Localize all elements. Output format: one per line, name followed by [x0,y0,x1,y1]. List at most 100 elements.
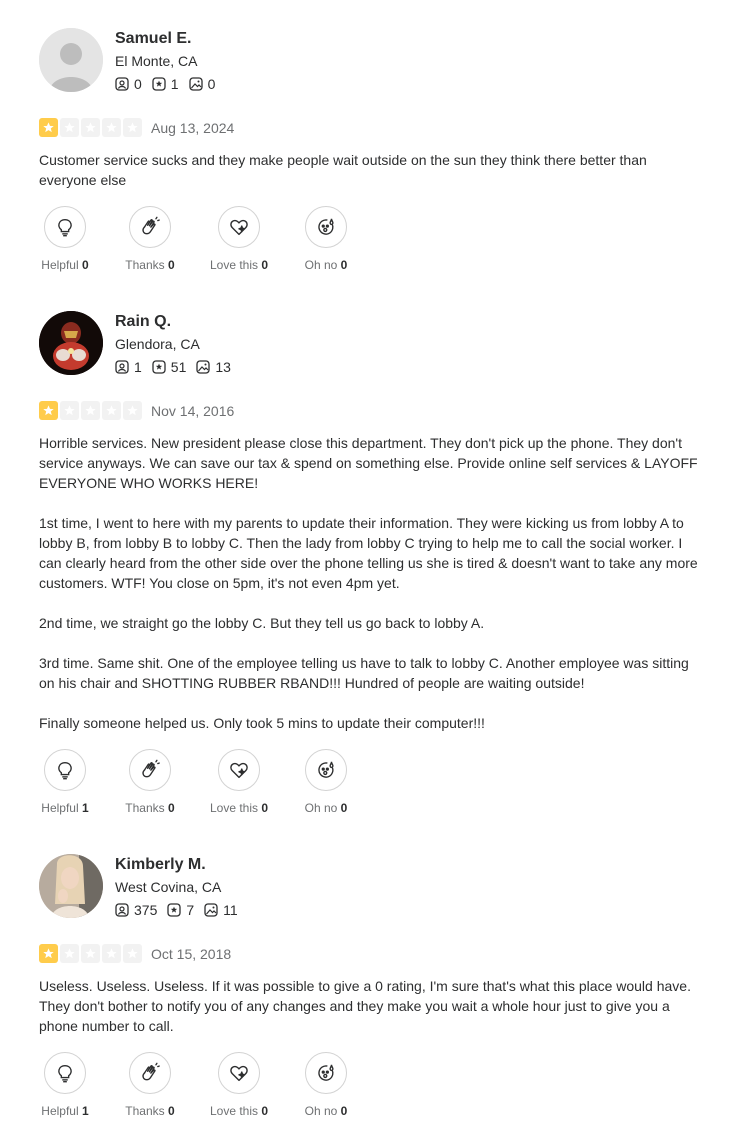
avatar[interactable] [39,311,103,375]
friends-icon [115,360,129,374]
star-icon [60,401,79,420]
oh-no-count: 0 [340,801,348,815]
star-rating: Oct 15, 2018 [39,944,231,963]
review-text: Horrible services. New president please … [39,433,699,733]
photos-count: 11 [223,902,238,918]
thanks-count: 0 [168,1104,175,1118]
helpful-button[interactable]: Helpful 0 [20,206,110,272]
reaction-bar: Helpful 1 Thanks 0 Love this 0 Oh no 0 [0,749,737,815]
lightbulb-icon [58,1064,72,1083]
reaction-bar: Helpful 0 Thanks 0 Love this 0 Oh no 0 [0,206,737,272]
love-count: 0 [261,1104,269,1118]
review-paragraph: Useless. Useless. Useless. If it was pos… [39,978,691,1034]
photos-count: 0 [207,76,216,92]
user-stats: 0 1 0 [115,76,225,92]
star-icon [123,944,142,963]
shocked-face-icon [318,761,334,778]
photo-icon [196,360,211,374]
helpful-count: 1 [82,801,89,815]
thanks-button[interactable]: Thanks 0 [105,749,195,815]
user-stats: 375 7 11 [115,902,248,918]
oh-no-button[interactable]: Oh no 0 [281,749,371,815]
review-star-icon [167,903,182,917]
photos-count: 13 [215,359,231,375]
reviews-count: 7 [186,902,195,918]
reaction-bar: Helpful 1 Thanks 0 Love this 0 Oh no 0 [0,1052,737,1118]
review-date: Nov 14, 2016 [151,402,235,419]
user-name[interactable]: Rain Q. [115,313,171,331]
review-paragraph: Horrible services. New president please … [39,435,698,491]
shocked-face-icon [318,218,334,235]
love-this-button[interactable]: Love this 0 [194,749,284,815]
helpful-button[interactable]: Helpful 1 [20,749,110,815]
helpful-count: 0 [82,258,89,272]
thanks-count: 0 [168,258,175,272]
star-icon [39,944,58,963]
photo-icon [204,903,218,917]
star-rating: Aug 13, 2024 [39,118,234,137]
helpful-button[interactable]: Helpful 1 [20,1052,110,1118]
star-icon [81,944,100,963]
user-stats: 1 51 13 [115,359,241,375]
love-this-button[interactable]: Love this 0 [194,206,284,272]
default-avatar-icon [39,28,103,92]
oh-no-count: 0 [340,1104,348,1118]
user-location: West Covina, CA [115,879,222,895]
lightbulb-icon [58,761,72,780]
lightbulb-icon [58,218,72,237]
star-icon [123,118,142,137]
user-location: Glendora, CA [115,336,200,352]
oh-no-count: 0 [340,258,348,272]
avatar[interactable] [39,854,103,918]
review-paragraph: 1st time, I went to here with my parents… [39,515,698,591]
review-text: Customer service sucks and they make peo… [39,150,699,190]
heart-sparkle-icon [230,219,248,236]
clapping-hands-icon [142,759,160,778]
clapping-hands-icon [142,216,160,235]
review-paragraph: 3rd time. Same shit. One of the employee… [39,655,689,691]
review-paragraph: 2nd time, we straight go the lobby C. Bu… [39,615,485,631]
friends-count: 0 [134,76,142,92]
friends-icon [115,77,129,91]
helpful-count: 1 [82,1104,89,1118]
thanks-button[interactable]: Thanks 0 [105,206,195,272]
review-star-icon [152,77,166,91]
oh-no-button[interactable]: Oh no 0 [281,1052,371,1118]
user-name[interactable]: Kimberly M. [115,856,206,874]
user-photo-icon [39,311,103,375]
star-icon [60,944,79,963]
shocked-face-icon [318,1064,334,1081]
review-text: Useless. Useless. Useless. If it was pos… [39,976,699,1036]
heart-sparkle-icon [230,762,248,779]
user-photo-icon [39,854,103,918]
clapping-hands-icon [142,1062,160,1081]
review-paragraph: Customer service sucks and they make peo… [39,152,647,188]
heart-sparkle-icon [230,1065,248,1082]
star-icon [102,401,121,420]
review-date: Aug 13, 2024 [151,119,235,136]
love-count: 0 [261,801,269,815]
star-icon [102,118,121,137]
star-icon [81,401,100,420]
friends-count: 1 [134,359,142,375]
reviews-count: 1 [170,76,179,92]
photo-icon [188,77,203,91]
love-this-button[interactable]: Love this 0 [194,1052,284,1118]
star-icon [39,401,58,420]
star-rating: Nov 14, 2016 [39,401,234,420]
review-date: Oct 15, 2018 [151,945,232,962]
user-name[interactable]: Samuel E. [115,30,191,48]
reviews-count: 51 [170,359,187,375]
thanks-button[interactable]: Thanks 0 [105,1052,195,1118]
review-paragraph: Finally someone helped us. Only took 5 m… [39,715,485,731]
star-icon [81,118,100,137]
oh-no-button[interactable]: Oh no 0 [281,206,371,272]
avatar[interactable] [39,28,103,92]
friends-count: 375 [134,902,158,918]
love-count: 0 [261,258,269,272]
thanks-count: 0 [168,801,175,815]
star-icon [39,118,58,137]
user-location: El Monte, CA [115,53,198,69]
star-icon [102,944,121,963]
star-icon [123,401,142,420]
